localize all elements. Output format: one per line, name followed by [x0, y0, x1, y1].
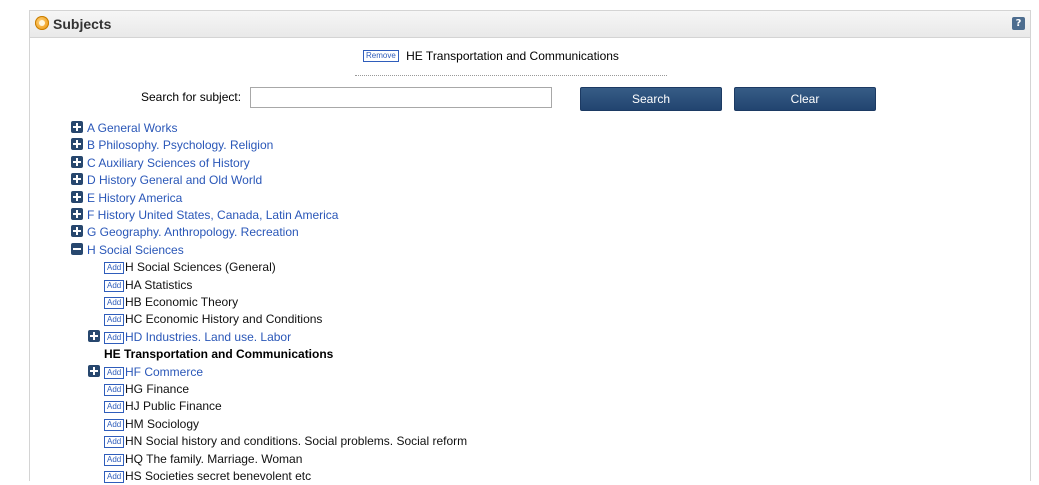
tree-item[interactable]: G Geography. Anthropology. Recreation — [71, 224, 299, 240]
search-input[interactable] — [250, 87, 552, 108]
tree-child-label[interactable]: HS Societies secret benevolent etc — [125, 468, 311, 484]
add-button[interactable]: Add — [104, 436, 125, 448]
clear-button[interactable]: Clear — [734, 87, 876, 111]
tree-child-label[interactable]: HG Finance — [125, 381, 189, 397]
tree-child-item[interactable]: Add HM Sociology — [88, 416, 688, 432]
tree-item-label[interactable]: E History America — [87, 191, 182, 205]
tree-item[interactable]: B Philosophy. Psychology. Religion — [71, 137, 273, 153]
tree-child-label[interactable]: HN Social history and conditions. Social… — [125, 433, 467, 449]
tree-item-label[interactable]: C Auxiliary Sciences of History — [87, 156, 250, 170]
tree-child-item[interactable]: Add HA Statistics — [88, 277, 688, 293]
tree-item[interactable]: D History General and Old World — [71, 172, 262, 188]
tree-item-label[interactable]: B Philosophy. Psychology. Religion — [87, 138, 273, 152]
tree-child-label: HE Transportation and Communications — [104, 347, 334, 361]
tree-child-label[interactable]: HB Economic Theory — [125, 294, 238, 310]
tree-child-item[interactable]: Add HD Industries. Land use. Labor — [88, 329, 688, 345]
expand-icon[interactable] — [71, 173, 83, 185]
collapse-icon[interactable] — [71, 243, 83, 255]
tree-child-item[interactable]: Add HG Finance — [88, 381, 688, 397]
add-button[interactable]: Add — [104, 471, 125, 483]
expand-icon[interactable] — [71, 138, 83, 150]
tree-child-item[interactable]: Add HF Commerce — [88, 364, 688, 380]
tree-child-label[interactable]: HQ The family. Marriage. Woman — [125, 451, 302, 467]
tree-item[interactable]: E History America — [71, 190, 182, 206]
add-button[interactable]: Add — [104, 314, 125, 326]
tree-child-item[interactable]: Add HQ The family. Marriage. Woman — [88, 451, 688, 467]
expand-icon[interactable] — [71, 121, 83, 133]
expand-icon[interactable] — [71, 208, 83, 220]
tree-item-label[interactable]: A General Works — [87, 121, 177, 135]
search-button[interactable]: Search — [580, 87, 722, 111]
tree-child-item[interactable]: Add HN Social history and conditions. Soc… — [88, 433, 688, 449]
tree-child-item[interactable]: Add HB Economic Theory — [88, 294, 688, 310]
tree-child-label[interactable]: HD Industries. Land use. Labor — [125, 329, 291, 345]
tree-item[interactable]: C Auxiliary Sciences of History — [71, 155, 250, 171]
expand-icon[interactable] — [88, 365, 100, 377]
add-button[interactable]: Add — [104, 332, 125, 344]
expand-icon[interactable] — [88, 330, 100, 342]
add-button[interactable]: Add — [104, 280, 125, 292]
panel-header: Subjects ? — [30, 11, 1030, 38]
tree-item[interactable]: A General Works — [71, 120, 177, 136]
tree-child-item: HE Transportation and Communications — [88, 346, 688, 362]
add-button[interactable]: Add — [104, 454, 125, 466]
selected-subject-label: HE Transportation and Communications — [406, 48, 619, 63]
add-button[interactable]: Add — [104, 367, 125, 379]
tree-child-item[interactable]: Add HC Economic History and Conditions — [88, 311, 688, 327]
add-button[interactable]: Add — [104, 384, 125, 396]
panel-title: Subjects — [53, 16, 112, 32]
tree-child-item[interactable]: Add H Social Sciences (General) — [88, 259, 688, 275]
tree-item-label[interactable]: G Geography. Anthropology. Recreation — [87, 225, 299, 239]
tree-child-label[interactable]: HA Statistics — [125, 277, 192, 293]
tree-item[interactable]: H Social Sciences — [71, 242, 184, 258]
tree-child-label[interactable]: HF Commerce — [125, 364, 203, 380]
expand-icon[interactable] — [71, 225, 83, 237]
help-icon[interactable]: ? — [1012, 17, 1025, 30]
search-label: Search for subject: — [141, 90, 242, 104]
tree-child-label[interactable]: HM Sociology — [125, 416, 199, 432]
tree-child-label[interactable]: HC Economic History and Conditions — [125, 311, 322, 327]
selected-subject: Remove HE Transportation and Communicati… — [363, 48, 619, 64]
tree-child-label[interactable]: HJ Public Finance — [125, 398, 222, 414]
separator — [355, 75, 667, 76]
tree-child-item[interactable]: Add HJ Public Finance — [88, 398, 688, 414]
tree-item-label[interactable]: H Social Sciences — [87, 243, 184, 257]
add-button[interactable]: Add — [104, 262, 125, 274]
tree-item-label[interactable]: F History United States, Canada, Latin A… — [87, 208, 338, 222]
expand-icon[interactable] — [71, 156, 83, 168]
tree-item-label[interactable]: D History General and Old World — [87, 173, 262, 187]
add-button[interactable]: Add — [104, 419, 125, 431]
tree-item[interactable]: F History United States, Canada, Latin A… — [71, 207, 338, 223]
tree-child-label[interactable]: H Social Sciences (General) — [125, 259, 276, 275]
add-button[interactable]: Add — [104, 297, 125, 309]
expand-icon[interactable] — [71, 191, 83, 203]
subjects-icon — [35, 16, 49, 30]
add-button[interactable]: Add — [104, 401, 125, 413]
tree-child-item[interactable]: Add HS Societies secret benevolent etc — [88, 468, 688, 484]
remove-button[interactable]: Remove — [363, 49, 399, 62]
